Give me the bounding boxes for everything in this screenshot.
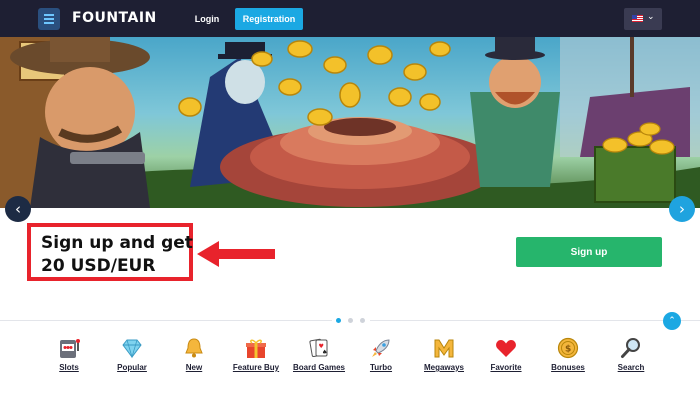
category-label: New: [185, 363, 203, 372]
promo-text: Sign up and get 20 USD/EUR: [41, 232, 193, 278]
category-label: Bonuses: [551, 363, 585, 372]
pagination-dot[interactable]: [360, 318, 365, 323]
category-label: Popular: [117, 363, 147, 372]
sign-up-button[interactable]: Sign up: [516, 237, 662, 267]
coin-icon: $: [557, 337, 579, 359]
top-nav-bar: FOUNTAIN Login Registration ⌄: [0, 0, 700, 37]
category-label: Megaways: [423, 363, 465, 372]
category-label: Search: [617, 363, 645, 372]
pagination-dot-active[interactable]: [336, 318, 341, 323]
menu-line: [44, 14, 54, 16]
login-button[interactable]: Login: [186, 8, 228, 30]
menu-line: [44, 22, 54, 24]
category-label: Feature Buy: [232, 363, 280, 372]
category-label: Board Games: [292, 363, 346, 372]
gift-icon: [246, 339, 266, 358]
bell-icon: [185, 338, 203, 358]
search-icon: [621, 338, 640, 358]
previous-slide-button[interactable]: ‹: [5, 196, 31, 222]
promo-highlight-box: Sign up and get 20 USD/EUR: [27, 223, 193, 281]
promo-line-2: 20 USD/EUR: [41, 256, 156, 276]
category-popular[interactable]: Popular: [97, 336, 167, 376]
category-search[interactable]: Search: [596, 336, 666, 376]
pointer-arrow-icon: [197, 241, 275, 267]
heart-icon: [496, 340, 516, 357]
hamburger-menu-button[interactable]: [38, 8, 60, 30]
fountain-logo[interactable]: FOUNTAIN: [72, 10, 157, 26]
category-megaways[interactable]: Megaways: [409, 336, 479, 376]
rocket-icon: [372, 339, 390, 357]
us-flag-icon: [632, 15, 643, 22]
category-label: Turbo: [369, 363, 393, 372]
category-turbo[interactable]: Turbo: [346, 336, 416, 376]
category-label: Slots: [59, 363, 79, 372]
cards-icon: ♥ ♠: [309, 338, 328, 358]
megaways-icon: [434, 339, 454, 358]
diamond-icon: [122, 339, 142, 359]
slot-machine-icon: [60, 339, 80, 358]
svg-text:♠: ♠: [322, 349, 327, 356]
category-label: Favorite: [490, 363, 522, 372]
slide-pagination: [332, 316, 370, 325]
scroll-up-button[interactable]: ⌃: [663, 312, 681, 330]
menu-line: [44, 18, 54, 20]
pagination-dot[interactable]: [348, 318, 353, 323]
hero-illustration: WAN DEAD: [0, 37, 700, 208]
category-board-games[interactable]: ♥ ♠ Board Games: [284, 336, 354, 376]
promo-line-1: Sign up and get: [41, 233, 193, 253]
hero-banner[interactable]: WAN DEAD: [0, 37, 700, 208]
category-favorite[interactable]: Favorite: [471, 336, 541, 376]
category-new[interactable]: New: [159, 336, 229, 376]
category-bonuses[interactable]: $ Bonuses: [533, 336, 603, 376]
category-feature-buy[interactable]: Feature Buy: [221, 336, 291, 376]
chevron-down-icon: ⌄: [647, 11, 655, 21]
registration-button[interactable]: Registration: [235, 8, 303, 30]
next-slide-button[interactable]: ›: [669, 196, 695, 222]
category-slots[interactable]: Slots: [34, 336, 104, 376]
language-selector[interactable]: ⌄: [624, 8, 662, 30]
svg-text:$: $: [565, 345, 571, 355]
